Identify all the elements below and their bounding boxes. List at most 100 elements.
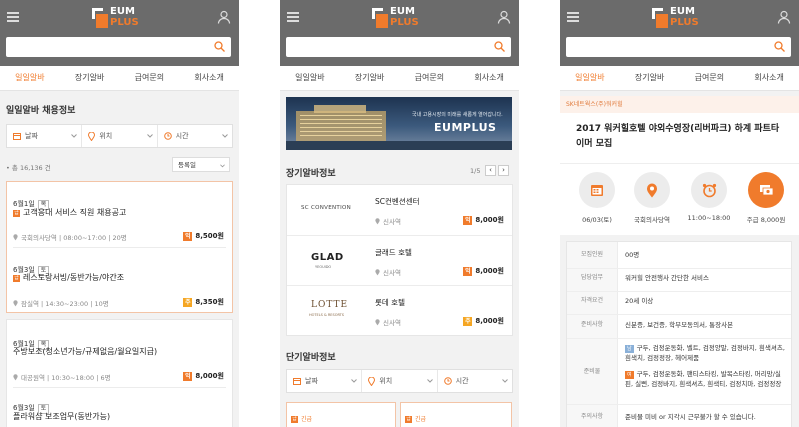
location-icon [647,183,657,197]
main-nav: 일일알바 장기알바 급여문의 회사소개 [560,66,799,91]
detail-table: 모집인원 00명 담당업무 워커힐 안전행사 간단한 서비스 자격요건 20세 … [566,241,792,427]
tab-pay-inquiry[interactable]: 급여문의 [400,66,460,90]
tab-daily[interactable]: 일일알바 [280,66,340,90]
logo[interactable]: EUM PLUS [372,7,428,31]
chevron-down-icon [222,134,228,138]
logo-mark-icon [92,8,108,28]
company-name: SK네트웍스(주)워커힐 [560,96,799,113]
calendar-icon [293,378,301,385]
search-icon[interactable] [494,41,505,52]
job-location: 잠실역 [21,300,39,308]
date-filter[interactable]: 날짜 [7,125,83,147]
summary-time: 11:00~18:00 [684,172,734,222]
chevron-down-icon [426,379,433,383]
chevron-down-icon [351,379,358,383]
menu-icon[interactable] [287,12,299,22]
search-icon[interactable] [774,41,785,52]
location-filter-label: 위치 [99,132,113,140]
short-term-card[interactable]: 급 긴급 [400,402,512,427]
time-filter-label: 시간 [455,377,469,385]
logo[interactable]: EUM PLUS [652,7,708,31]
location-filter[interactable]: 위치 [82,125,158,147]
detail-key: 모집인원 [580,251,604,258]
job-list-card: 6월1일 목 주방보조(청소년가능/규제없음/월요일지급) 대공원역 | 10:3… [6,319,233,427]
location-icon [13,234,18,241]
user-icon[interactable] [497,10,511,24]
chevron-down-icon [71,134,78,138]
tab-daily[interactable]: 일일알바 [560,66,620,90]
search-input[interactable] [286,37,511,57]
main-nav: 일일알바 장기알바 급여문의 회사소개 [280,66,519,91]
list-item[interactable]: 6월1일 목 주방보조(청소년가능/규제없음/월요일지급) 대공원역 | 10:3… [7,320,232,387]
company-pay: 8,000원 [475,216,504,224]
urgent-icon: 급 [405,416,412,423]
list-item[interactable]: 6월1일 목 급 고객응대 서비스 직원 채용공고 국회의사당역 | 08:00~1… [7,182,232,247]
date-filter-label: 날짜 [305,377,318,385]
search-input[interactable] [6,37,231,57]
chevron-down-icon [146,134,153,138]
job-pay: 8,000원 [195,372,224,380]
search-icon[interactable] [214,41,225,52]
summary-pay: 주급 8,000원 [738,172,794,224]
list-item[interactable]: SC CONVENTION SC컨벤션센터 신사역 익 8,000원 [287,185,512,235]
tab-pay-inquiry[interactable]: 급여문의 [680,66,740,90]
list-item[interactable]: GLAD YEOUIDO 글래드 호텔 신사역 익 8,000원 [287,236,512,285]
phone-screen-home: EUM PLUS 일일알바 장기알바 급여문의 회사소개 국내 고용시장의 미래를… [280,0,519,427]
detail-value: 신분증, 보건증, 학부모동의서, 통장사본 [625,321,734,329]
list-item[interactable]: 6월3일 토 급 레스토랑서빙/동반가능/야간조 잠실역 | 14:30~23:00… [7,248,232,312]
page-title: 일일알바 채용정보 [6,106,76,116]
sort-select[interactable]: 등록일 [172,157,230,172]
location-icon [375,319,380,326]
tab-daily[interactable]: 일일알바 [0,66,60,90]
user-icon[interactable] [217,10,231,24]
detail-value: 20세 이상 [625,297,654,305]
menu-icon[interactable] [567,12,579,22]
detail-value: 00명 [625,251,640,259]
tab-long-term[interactable]: 장기알바 [620,66,680,90]
long-term-section-title: 장기알바정보 [286,169,336,179]
chevron-right-icon: › [502,166,505,174]
female-items: 구두, 검정운동화, 팬티스타킹, 발목스타킹, 머리망/실핀, 실삔, 검정바… [625,370,782,388]
logo-mark-icon [372,8,388,28]
filter-bar: 날짜 위치 시간 [286,369,513,393]
location-icon [375,269,380,276]
location-filter[interactable]: 위치 [362,370,438,392]
time-filter[interactable]: 시간 [438,370,512,392]
summary-location: 국회의사당역 [626,172,678,224]
user-icon[interactable] [777,10,791,24]
tab-company[interactable]: 회사소개 [739,66,799,90]
logo-text-top: EUM [670,6,695,17]
banner-brand: EUMPLUS [434,121,497,134]
detail-value-female: 여 구두, 검정운동화, 팬티스타킹, 발목스타킹, 머리망/실핀, 실삔, 검정… [625,369,787,389]
search-input[interactable] [566,37,791,57]
job-people: 10명 [94,300,109,308]
company-name: 롯데 호텔 [375,298,405,307]
logo-text-bottom: PLUS [670,17,699,28]
filter-bar: 날짜 위치 시간 [6,124,233,148]
tab-pay-inquiry[interactable]: 급여문의 [120,66,180,90]
pay-type-badge: 익 [463,267,473,276]
company-logo-glad-sub: YEOUIDO [315,265,332,269]
company-name: SC컨벤션센터 [375,197,420,206]
male-items: 구두, 검정운동화, 벨트, 검정양말, 검정바지, 흰색셔츠, 흰색치, 검정… [625,344,785,362]
logo[interactable]: EUM PLUS [92,7,148,31]
next-button[interactable]: › [498,165,509,176]
detail-key: 준비사항 [580,321,604,328]
time-filter[interactable]: 시간 [158,125,232,147]
menu-icon[interactable] [7,12,19,22]
date-filter[interactable]: 날짜 [287,370,363,392]
short-term-card[interactable]: 급 긴급 [286,402,396,427]
chevron-left-icon: ‹ [489,166,492,174]
tab-company[interactable]: 회사소개 [459,66,519,90]
prev-button[interactable]: ‹ [485,165,496,176]
tab-long-term[interactable]: 장기알바 [60,66,120,90]
company-logo-sc: SC CONVENTION [301,205,352,211]
urgent-label: 긴급 [301,416,313,423]
location-icon [375,218,380,225]
company-pay: 8,000원 [475,317,504,325]
tab-long-term[interactable]: 장기알바 [340,66,400,90]
list-item[interactable]: 6월3일 토 플라워샵 보조업무(동반가능) [7,388,232,427]
list-item[interactable]: LOTTE HOTELS & RESORTS 롯데 호텔 신사역 주 8,000원 [287,286,512,335]
tab-company[interactable]: 회사소개 [179,66,239,90]
hero-banner[interactable]: 국내 고용시장의 미래를 새롭게 열어갑니다. EUMPLUS [286,97,512,150]
